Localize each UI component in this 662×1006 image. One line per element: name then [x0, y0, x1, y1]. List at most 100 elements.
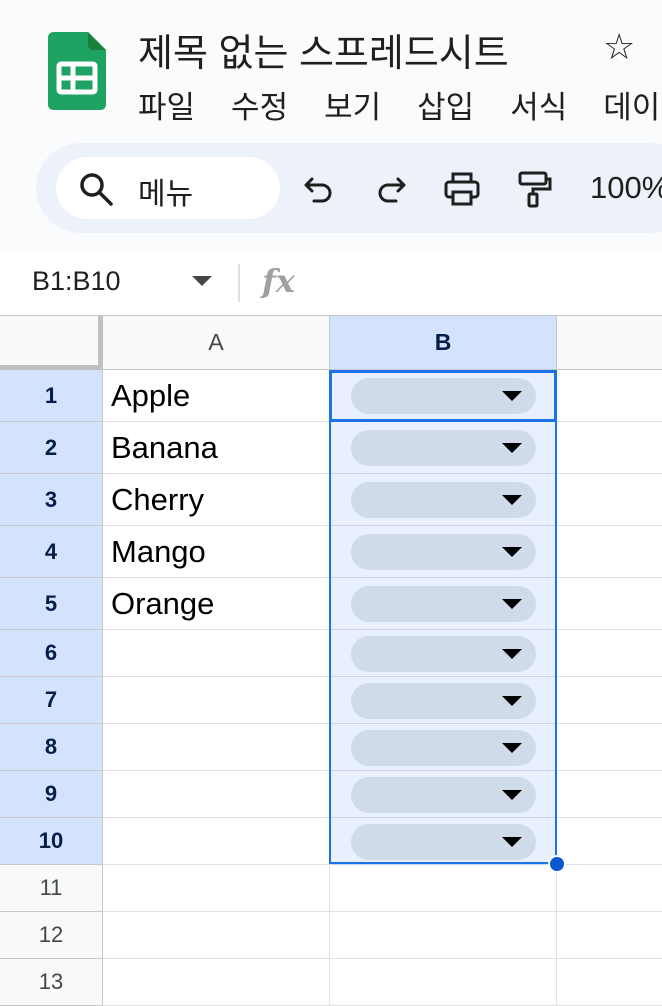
cell-a[interactable]: [103, 959, 330, 1006]
formula-bar: B1:B10 fx: [0, 250, 662, 316]
cell-b[interactable]: [330, 578, 557, 630]
zoom-select[interactable]: 100%: [590, 170, 662, 206]
name-box[interactable]: B1:B10: [32, 266, 121, 297]
cell-b[interactable]: [330, 771, 557, 818]
menu-item-file[interactable]: 파일: [138, 82, 195, 127]
menu-item-format[interactable]: 서식: [510, 82, 567, 127]
cell-a[interactable]: [103, 771, 330, 818]
select-all-corner[interactable]: [0, 316, 103, 370]
cell-a[interactable]: Banana: [103, 422, 330, 474]
cell-a[interactable]: Mango: [103, 526, 330, 578]
dropdown-arrow-icon[interactable]: [502, 495, 522, 505]
formula-bar-divider: [238, 264, 240, 302]
cell-a[interactable]: Cherry: [103, 474, 330, 526]
cell-c[interactable]: [557, 526, 662, 578]
cell-b[interactable]: [330, 630, 557, 677]
cell-b[interactable]: [330, 526, 557, 578]
cell-c[interactable]: [557, 912, 662, 959]
dropdown-arrow-icon[interactable]: [502, 696, 522, 706]
column-header-a[interactable]: A: [103, 316, 330, 370]
cell-c[interactable]: [557, 370, 662, 422]
document-title[interactable]: 제목 없는 스프레드시트: [138, 22, 509, 77]
menu-item-data[interactable]: 데이터: [603, 82, 662, 127]
column-header-c[interactable]: [557, 316, 662, 370]
dropdown-chip[interactable]: [351, 430, 536, 466]
cell-b[interactable]: [330, 370, 557, 422]
dropdown-arrow-icon[interactable]: [502, 649, 522, 659]
cell-c[interactable]: [557, 578, 662, 630]
fill-handle[interactable]: [548, 855, 566, 873]
dropdown-arrow-icon[interactable]: [502, 599, 522, 609]
cell-c[interactable]: [557, 474, 662, 526]
row-header[interactable]: 1: [0, 370, 103, 422]
menu-search[interactable]: 메뉴: [56, 157, 280, 219]
toolbar: 메뉴 100%: [36, 143, 662, 233]
paint-format-icon[interactable]: [514, 169, 554, 209]
row-header[interactable]: 8: [0, 724, 103, 771]
row-header[interactable]: 9: [0, 771, 103, 818]
row-header[interactable]: 4: [0, 526, 103, 578]
print-icon[interactable]: [442, 169, 482, 209]
redo-icon[interactable]: [370, 169, 410, 209]
cell-a[interactable]: Orange: [103, 578, 330, 630]
cell-c[interactable]: [557, 818, 662, 865]
dropdown-chip[interactable]: [351, 730, 536, 766]
cell-a[interactable]: Apple: [103, 370, 330, 422]
row-header[interactable]: 2: [0, 422, 103, 474]
cell-a[interactable]: [103, 912, 330, 959]
dropdown-arrow-icon[interactable]: [502, 547, 522, 557]
cell-c[interactable]: [557, 677, 662, 724]
cell-c[interactable]: [557, 959, 662, 1006]
search-label: 메뉴: [138, 178, 194, 211]
name-box-dropdown-icon[interactable]: [192, 276, 212, 286]
dropdown-chip[interactable]: [351, 586, 536, 622]
dropdown-chip[interactable]: [351, 482, 536, 518]
search-icon: [80, 173, 113, 206]
dropdown-arrow-icon[interactable]: [502, 790, 522, 800]
spreadsheet-grid: A B 1 Apple 2 Banana 3 Cherry 4 Mango 5 Orange 6 7 8…: [0, 316, 662, 1006]
dropdown-chip[interactable]: [351, 824, 536, 860]
cell-c[interactable]: [557, 865, 662, 912]
dropdown-arrow-icon[interactable]: [502, 443, 522, 453]
menu-item-insert[interactable]: 삽입: [417, 82, 474, 127]
row-header[interactable]: 10: [0, 818, 103, 865]
cell-a[interactable]: [103, 630, 330, 677]
row-header[interactable]: 5: [0, 578, 103, 630]
dropdown-chip[interactable]: [351, 534, 536, 570]
cell-c[interactable]: [557, 422, 662, 474]
row-header[interactable]: 6: [0, 630, 103, 677]
cell-b[interactable]: [330, 865, 557, 912]
undo-icon[interactable]: [300, 169, 340, 209]
menu-item-view[interactable]: 보기: [324, 82, 381, 127]
cell-b[interactable]: [330, 959, 557, 1006]
cell-a[interactable]: [103, 865, 330, 912]
row-header[interactable]: 7: [0, 677, 103, 724]
dropdown-arrow-icon[interactable]: [502, 837, 522, 847]
cell-b[interactable]: [330, 818, 557, 865]
column-header-b[interactable]: B: [330, 316, 557, 370]
cell-a[interactable]: [103, 677, 330, 724]
sheets-logo-icon[interactable]: [48, 32, 106, 110]
row-header[interactable]: 11: [0, 865, 103, 912]
row-header[interactable]: 13: [0, 959, 103, 1006]
cell-b[interactable]: [330, 912, 557, 959]
cell-b[interactable]: [330, 724, 557, 771]
cell-b[interactable]: [330, 677, 557, 724]
cell-c[interactable]: [557, 771, 662, 818]
cell-a[interactable]: [103, 724, 330, 771]
cell-b[interactable]: [330, 474, 557, 526]
dropdown-chip[interactable]: [351, 777, 536, 813]
cell-c[interactable]: [557, 630, 662, 677]
star-icon[interactable]: ☆: [603, 26, 635, 68]
row-header[interactable]: 12: [0, 912, 103, 959]
cell-b[interactable]: [330, 422, 557, 474]
dropdown-chip[interactable]: [351, 683, 536, 719]
row-header[interactable]: 3: [0, 474, 103, 526]
cell-c[interactable]: [557, 724, 662, 771]
dropdown-chip[interactable]: [351, 378, 536, 414]
dropdown-arrow-icon[interactable]: [502, 391, 522, 401]
dropdown-arrow-icon[interactable]: [502, 743, 522, 753]
menu-item-edit[interactable]: 수정: [231, 82, 288, 127]
cell-a[interactable]: [103, 818, 330, 865]
dropdown-chip[interactable]: [351, 636, 536, 672]
